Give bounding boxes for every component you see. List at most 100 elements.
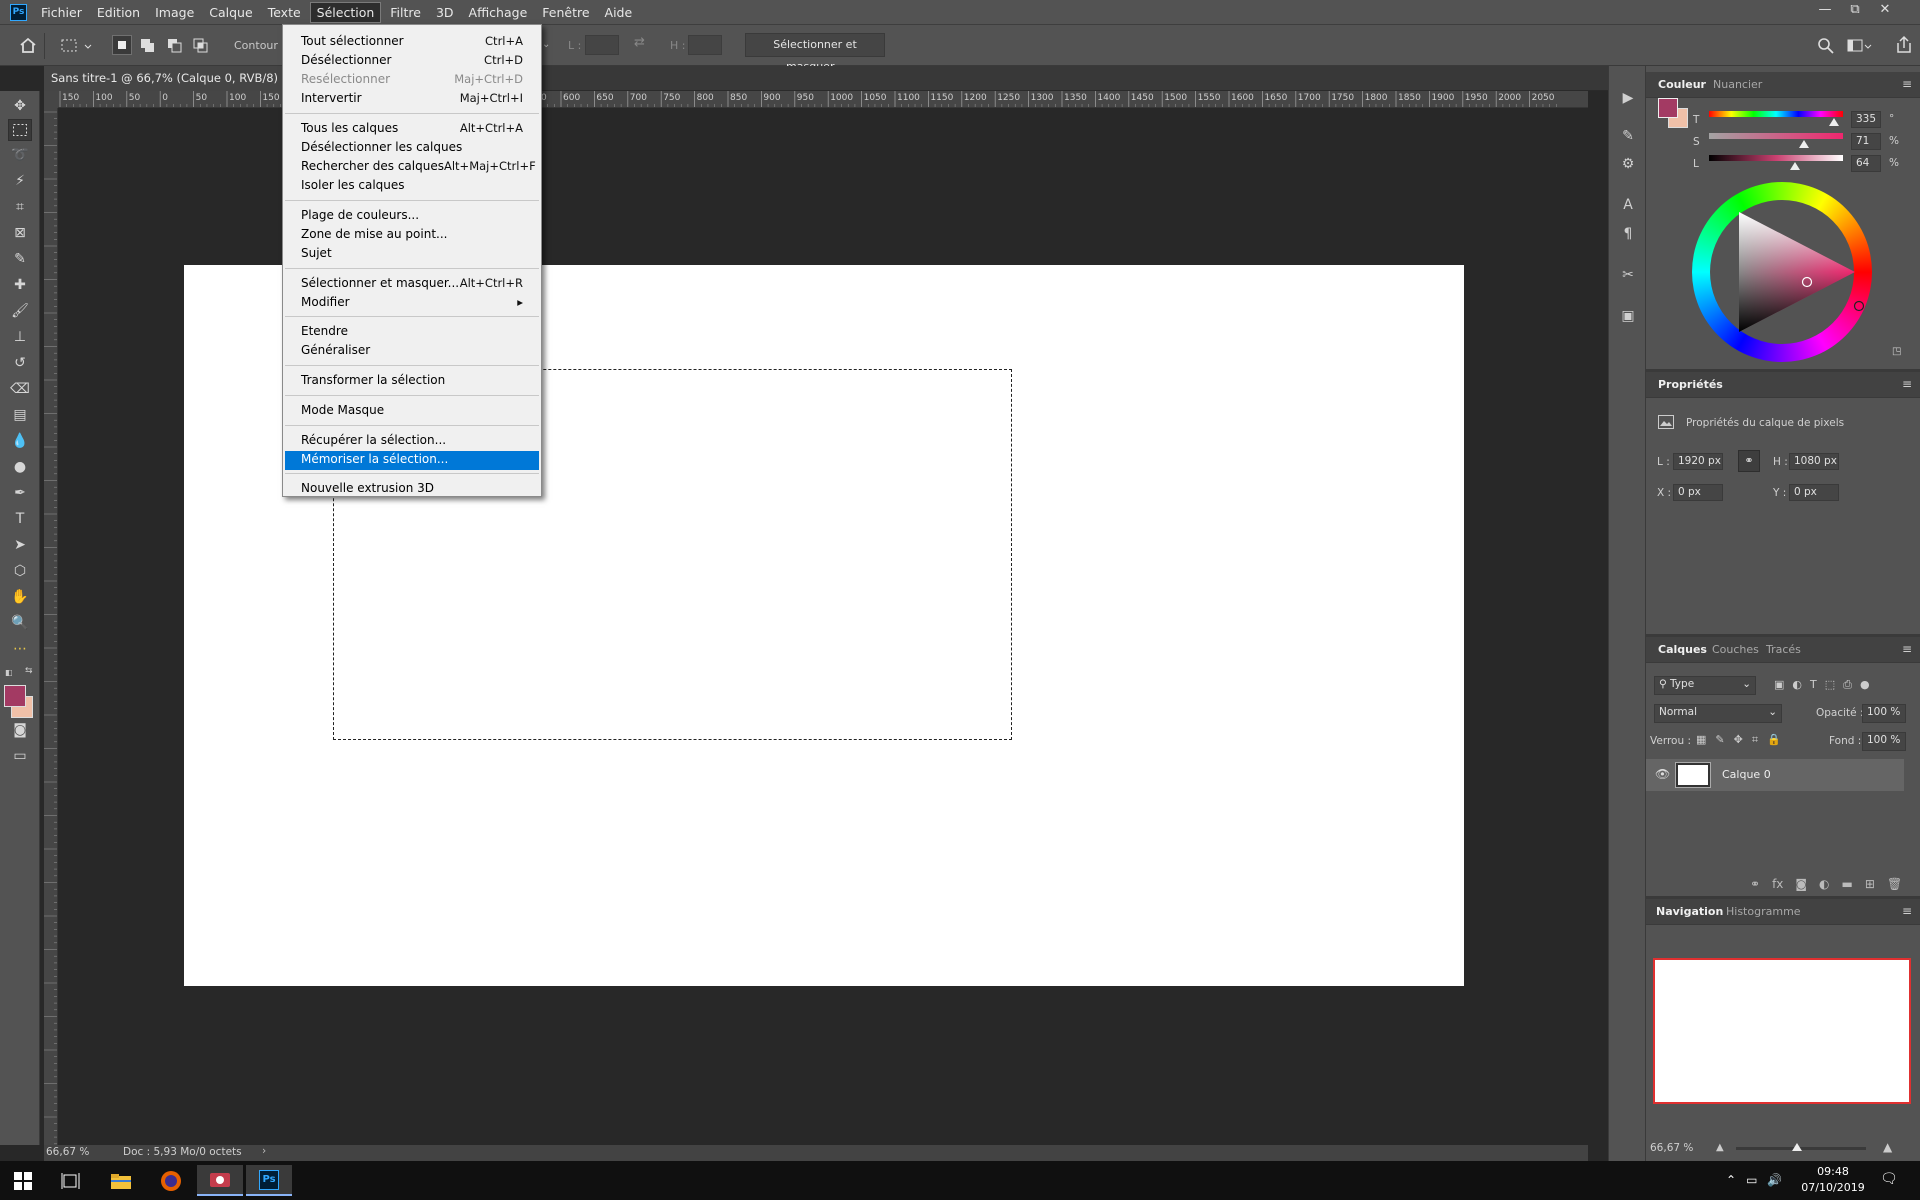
type-tool-icon[interactable]: T xyxy=(8,508,32,530)
tool-presets-icon[interactable]: ✂ xyxy=(1617,264,1639,286)
saturation-slider-track[interactable] xyxy=(1709,133,1843,139)
menu-selection[interactable]: Sélection xyxy=(309,1,382,23)
rectangular-marquee-tool-icon[interactable] xyxy=(8,119,32,141)
menu-item-désélectionner-les-calques[interactable]: Désélectionner les calques xyxy=(285,139,539,158)
move-tool-icon[interactable]: ✥ xyxy=(8,95,32,117)
healing-brush-tool-icon[interactable]: ✚ xyxy=(8,274,32,296)
new-layer-icon[interactable]: ⊞ xyxy=(1865,877,1875,891)
marquee-preset-icon[interactable] xyxy=(60,36,94,56)
gradient-tool-icon[interactable]: ▤ xyxy=(8,404,32,426)
shape-tool-icon[interactable]: ⬡ xyxy=(8,560,32,582)
new-adjustment-icon[interactable]: ◐ xyxy=(1819,877,1829,891)
hand-tool-icon[interactable]: ✋ xyxy=(8,586,32,608)
filter-shape-icon[interactable]: ⬚ xyxy=(1825,678,1835,692)
new-group-icon[interactable]: ▬ xyxy=(1842,877,1853,891)
s-value-field[interactable]: 71 xyxy=(1851,133,1881,150)
height-input[interactable] xyxy=(688,35,722,55)
action-center-icon[interactable]: 🗨 xyxy=(1880,1171,1898,1187)
layer-row[interactable]: 👁 Calque 0 xyxy=(1646,759,1904,791)
filter-toggle-icon[interactable]: ● xyxy=(1860,678,1870,692)
lasso-tool-icon[interactable]: ➰ xyxy=(8,144,32,166)
properties-panel-menu-icon[interactable]: ≡ xyxy=(1902,377,1912,391)
zoom-out-icon[interactable]: ▲ xyxy=(1716,1142,1724,1153)
search-icon[interactable] xyxy=(1817,37,1835,55)
document-tab[interactable]: Sans titre-1 @ 66,7% (Calque 0, RVB/8) *… xyxy=(44,66,309,91)
hue-slider-handle[interactable] xyxy=(1828,118,1839,126)
menu-image[interactable]: Image xyxy=(149,3,200,22)
visibility-eye-icon[interactable]: 👁 xyxy=(1655,767,1670,781)
menu-item-désélectionner[interactable]: Désélectionner Ctrl+D xyxy=(285,52,539,71)
lock-position-icon[interactable]: ✥ xyxy=(1734,733,1743,747)
paragraph-icon[interactable]: ¶ xyxy=(1617,223,1639,245)
blur-tool-icon[interactable]: 💧 xyxy=(8,430,32,452)
firefox-icon[interactable] xyxy=(148,1165,194,1196)
color-panel-menu-icon[interactable]: ≡ xyxy=(1902,77,1912,91)
fx-icon[interactable]: fx xyxy=(1772,877,1783,891)
eraser-tool-icon[interactable]: ⌫ xyxy=(8,378,32,400)
foreground-color-swatch[interactable] xyxy=(4,685,26,707)
navigator-zoom-handle[interactable] xyxy=(1792,1143,1802,1151)
zoom-in-icon[interactable]: ▲ xyxy=(1883,1140,1892,1154)
menu-item-zone-de-mise-au-point[interactable]: Zone de mise au point... xyxy=(285,226,539,245)
width-prop-field[interactable]: 1920 px xyxy=(1673,453,1723,470)
status-zoom[interactable]: 66,67 % xyxy=(46,1146,89,1158)
play-actions-icon[interactable]: ▶ xyxy=(1617,87,1639,109)
menu-filtre[interactable]: Filtre xyxy=(384,3,427,22)
delete-layer-icon[interactable]: 🗑 xyxy=(1887,877,1902,891)
clock-time[interactable]: 09:48 xyxy=(1808,1165,1858,1178)
character-icon[interactable]: A xyxy=(1617,194,1639,216)
menu-fichier[interactable]: Fichier xyxy=(35,3,88,22)
layer-filter-select[interactable]: ⚲ Type ⌄ xyxy=(1654,676,1756,695)
history-brush-tool-icon[interactable]: ↺ xyxy=(8,352,32,374)
fill-field[interactable]: 100 % xyxy=(1862,732,1906,751)
dodge-tool-icon[interactable]: ● xyxy=(8,456,32,478)
media-app-icon[interactable] xyxy=(197,1165,243,1196)
magic-wand-tool-icon[interactable]: ⚡ xyxy=(8,170,32,192)
opacity-field[interactable]: 100 % xyxy=(1862,704,1906,723)
layer-name[interactable]: Calque 0 xyxy=(1722,768,1771,781)
new-selection-icon[interactable] xyxy=(112,35,132,55)
link-dimensions-icon[interactable]: ⚭ xyxy=(1738,450,1760,472)
menu-item-mémoriser-la-sélection[interactable]: Mémoriser la sélection... xyxy=(285,451,539,470)
close-button[interactable]: ✕ xyxy=(1870,0,1900,22)
frame-tool-icon[interactable]: ⊠ xyxy=(8,222,32,244)
width-input[interactable] xyxy=(585,35,619,55)
menu-item-tout-sélectionner[interactable]: Tout sélectionner Ctrl+A xyxy=(285,33,539,52)
color-wheel[interactable] xyxy=(1692,182,1872,362)
tab-nuancier[interactable]: Nuancier xyxy=(1713,78,1762,91)
navigator-preview[interactable] xyxy=(1653,958,1911,1104)
tab-couches[interactable]: Couches xyxy=(1712,643,1759,656)
menu-item-généraliser[interactable]: Généraliser xyxy=(285,342,539,361)
menu-calque[interactable]: Calque xyxy=(203,3,258,22)
lock-transparency-icon[interactable]: ▦ xyxy=(1696,733,1706,747)
filter-adjustment-icon[interactable]: ◐ xyxy=(1792,678,1802,692)
menu-item-rechercher-des-calques[interactable]: Rechercher des calques Alt+Maj+Ctrl+F xyxy=(285,158,539,177)
libraries-icon[interactable]: ▣ xyxy=(1617,305,1639,327)
tray-chevron-up-icon[interactable]: ⌃ xyxy=(1726,1173,1736,1187)
swap-colors-icon[interactable]: ⇆ xyxy=(25,666,33,676)
brush-tool-icon[interactable]: 🖌 xyxy=(8,300,32,322)
menu-item-intervertir[interactable]: Intervertir Maj+Ctrl+I xyxy=(285,90,539,109)
style-dropdown-chevron-icon[interactable]: ⌄ xyxy=(542,35,556,55)
hue-slider-track[interactable] xyxy=(1709,111,1843,117)
share-icon[interactable] xyxy=(1895,35,1913,55)
color-fg-swatch[interactable] xyxy=(1658,98,1678,118)
menu-item-modifier[interactable]: Modifier ▸ xyxy=(285,294,539,313)
tray-volume-icon[interactable]: 🔊 xyxy=(1767,1173,1782,1187)
y-prop-field[interactable]: 0 px xyxy=(1789,484,1839,501)
layers-panel-menu-icon[interactable]: ≡ xyxy=(1902,642,1912,656)
tab-traces[interactable]: Tracés xyxy=(1766,643,1801,656)
pen-tool-icon[interactable]: ✒ xyxy=(8,482,32,504)
adjustments-icon[interactable]: ⚙ xyxy=(1617,153,1639,175)
tray-network-icon[interactable]: ▭ xyxy=(1746,1173,1757,1187)
blend-mode-select[interactable]: Normal ⌄ xyxy=(1654,704,1782,723)
vertical-ruler[interactable] xyxy=(44,108,58,1145)
filter-smart-object-icon[interactable]: ⎙ xyxy=(1843,678,1852,692)
edit-toolbar-icon[interactable]: ⋯ xyxy=(8,638,32,660)
menu-item-nouvelle-extrusion-3d[interactable]: Nouvelle extrusion 3D xyxy=(285,480,539,499)
link-layers-icon[interactable]: ⚭ xyxy=(1750,877,1760,891)
tab-navigation[interactable]: Navigation xyxy=(1656,905,1723,918)
lock-artboard-icon[interactable]: ⌗ xyxy=(1752,733,1758,747)
menu-item-mode-masque[interactable]: Mode Masque xyxy=(285,402,539,421)
height-prop-field[interactable]: 1080 px xyxy=(1789,453,1839,470)
